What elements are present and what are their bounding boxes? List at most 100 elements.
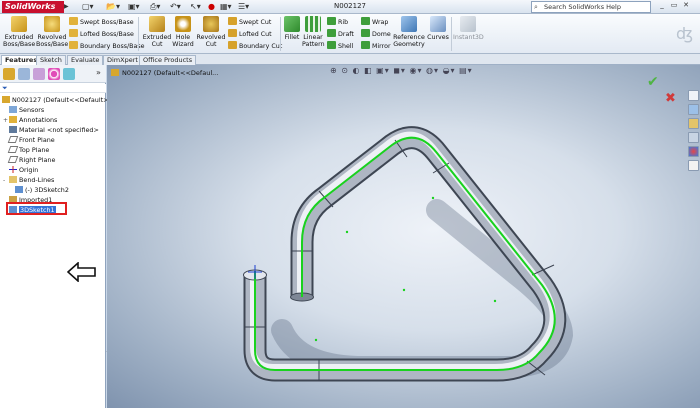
extruded-boss-icon	[11, 16, 27, 32]
resources-icon[interactable]	[688, 90, 699, 101]
mirror-icon	[361, 41, 370, 49]
rib-button[interactable]: Rib	[327, 17, 348, 28]
tree-item-top-plane[interactable]: Top Plane	[3, 145, 49, 155]
tab-evaluate[interactable]: Evaluate	[67, 55, 104, 65]
task-pane-tabs	[688, 90, 700, 174]
sketch-points	[314, 196, 497, 342]
sketch-icon	[15, 186, 23, 193]
tab-office-products[interactable]: Office Products	[139, 55, 197, 65]
extruded-cut-icon	[149, 16, 165, 32]
plane-icon	[7, 156, 19, 163]
tree-item-material[interactable]: Material <not specified>	[3, 125, 99, 135]
tab-sketch[interactable]: Sketch	[36, 55, 66, 65]
model-shadow	[271, 199, 574, 378]
chevron-right-icon[interactable]: »	[96, 68, 101, 77]
property-manager-icon[interactable]	[18, 68, 30, 80]
boundary-boss-button[interactable]: Boundary Boss/Base	[69, 41, 145, 52]
material-icon	[9, 126, 17, 133]
plane-icon	[7, 136, 19, 143]
command-manager: Extruded Boss/Base Revolved Boss/Base Sw…	[0, 14, 700, 54]
lofted-cut-button[interactable]: Lofted Cut	[228, 29, 272, 40]
feature-manager-panel: » ⏷ N002127 (Default<<Default>_Di Sensor…	[0, 65, 118, 408]
model-canvas	[243, 126, 574, 382]
separator	[280, 17, 281, 51]
custom-properties-icon[interactable]	[688, 160, 699, 171]
lofted-boss-button[interactable]: Lofted Boss/Base	[69, 29, 134, 40]
draft-button[interactable]: Draft	[327, 29, 354, 40]
draft-icon	[327, 29, 336, 37]
origin-icon	[9, 166, 17, 173]
display-manager-icon[interactable]	[63, 68, 75, 80]
part-icon	[2, 96, 10, 103]
plane-icon	[7, 146, 19, 153]
configuration-manager-icon[interactable]	[33, 68, 45, 80]
appearances-icon[interactable]	[688, 146, 699, 157]
design-library-icon[interactable]	[688, 104, 699, 115]
maximize-icon[interactable]: ▭	[668, 1, 680, 9]
lofted-boss-icon	[69, 29, 78, 37]
title-bar: SolidWorks ▶ ▢▾ 📂▾ ▣▾ ⎙▾ ↶▾ ↖▾ ● ▦▾ ☰▾ N…	[0, 0, 700, 14]
reference-geometry-button[interactable]: Reference Geometry	[393, 16, 425, 48]
boundary-cut-button[interactable]: Boundary Cut	[228, 41, 282, 52]
revolved-boss-button[interactable]: Revolved Boss/Base	[36, 16, 68, 48]
revolved-cut-button[interactable]: Revolved Cut	[196, 16, 226, 48]
tree-item-annotations[interactable]: + Annotations	[3, 115, 57, 125]
curves-button[interactable]: Curves	[427, 16, 449, 41]
highlight-box	[6, 202, 67, 215]
help-search-input[interactable]: ⌕ Search SolidWorks Help	[531, 1, 651, 13]
extruded-boss-button[interactable]: Extruded Boss/Base	[3, 16, 35, 48]
tree-item-front-plane[interactable]: Front Plane	[3, 135, 55, 145]
minimize-icon[interactable]: _	[656, 1, 668, 9]
linear-pattern-icon	[305, 16, 321, 32]
tree-root[interactable]: N002127 (Default<<Default>_Di	[2, 95, 118, 105]
pointer-arrow-icon	[67, 262, 96, 282]
cancel-x-icon[interactable]: ✖	[665, 91, 676, 106]
swept-boss-button[interactable]: Swept Boss/Base	[69, 17, 134, 28]
separator	[138, 17, 139, 51]
instant3d-button[interactable]: Instant3D	[453, 16, 484, 41]
view-palette-icon[interactable]	[688, 132, 699, 143]
reference-geometry-icon	[401, 16, 417, 32]
ds-logo-icon: ʤ	[676, 24, 693, 43]
tree-item-bend-lines[interactable]: - Bend-Lines	[3, 175, 54, 185]
tree-item-origin[interactable]: Origin	[3, 165, 38, 175]
graphics-viewport[interactable]: N002127 (Default<<Defaul... ⊕ ⊙ ◐ ◧ ▣▾ ◼…	[107, 65, 700, 408]
mirror-button[interactable]: Mirror	[361, 41, 391, 52]
folder-icon	[9, 176, 17, 183]
sensor-icon	[9, 106, 17, 113]
tree-item-right-plane[interactable]: Right Plane	[3, 155, 55, 165]
shell-icon	[327, 41, 336, 49]
hole-wizard-icon	[175, 16, 191, 32]
shell-button[interactable]: Shell	[327, 41, 353, 52]
extruded-cut-button[interactable]: Extruded Cut	[141, 16, 173, 48]
revolved-cut-icon	[203, 16, 219, 32]
wrap-button[interactable]: Wrap	[361, 17, 388, 28]
filter-icon[interactable]: ⏷	[0, 84, 106, 93]
instant3d-icon	[460, 16, 476, 32]
tree-item-3dsketch2[interactable]: (-) 3DSketch2	[15, 185, 69, 195]
close-icon[interactable]: ✕	[680, 1, 692, 9]
tab-dimxpert[interactable]: DimXpert	[103, 55, 142, 65]
window-buttons: _ ▭ ✕	[656, 1, 692, 9]
help-search-placeholder: Search SolidWorks Help	[544, 3, 621, 11]
curves-icon	[430, 16, 446, 32]
feature-manager-toolbar: »	[0, 65, 106, 83]
swept-cut-button[interactable]: Swept Cut	[228, 17, 271, 28]
command-tabs: Features Sketch Evaluate DimXpert Office…	[0, 54, 700, 65]
separator	[451, 17, 452, 51]
confirm-check-icon[interactable]: ✔	[647, 74, 659, 90]
revolved-boss-icon	[44, 16, 60, 32]
wrap-icon	[361, 17, 370, 25]
linear-pattern-button[interactable]: Linear Pattern	[302, 16, 325, 48]
boundary-cut-icon	[228, 41, 237, 49]
lofted-cut-icon	[228, 29, 237, 37]
file-explorer-icon[interactable]	[688, 118, 699, 129]
fillet-icon	[284, 16, 300, 32]
dimxpert-manager-icon[interactable]	[48, 68, 60, 80]
dome-button[interactable]: Dome	[361, 29, 391, 40]
feature-tree-icon[interactable]	[3, 68, 15, 80]
tree-item-sensors[interactable]: Sensors	[3, 105, 44, 115]
fillet-button[interactable]: Fillet	[282, 16, 302, 41]
annotation-icon	[9, 116, 17, 123]
hole-wizard-button[interactable]: Hole Wizard	[170, 16, 196, 48]
